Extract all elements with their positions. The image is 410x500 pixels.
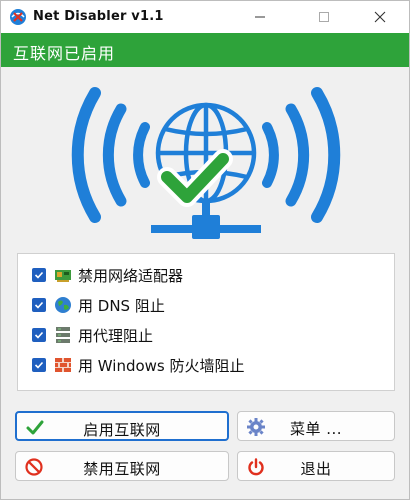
globe-icon <box>55 297 71 313</box>
option-firewall-block[interactable]: 用 Windows 防火墙阻止 <box>32 352 245 378</box>
checkbox-firewall-block[interactable] <box>32 358 46 372</box>
option-label: 禁用网络适配器 <box>78 266 184 285</box>
enable-internet-button[interactable]: 启用互联网 <box>15 411 229 441</box>
disable-internet-label: 禁用互联网 <box>83 460 161 478</box>
checkmark-icon <box>34 301 44 309</box>
title-bar[interactable]: Net Disabler v1.1 <box>1 1 409 33</box>
option-label: 用 DNS 阻止 <box>78 296 165 315</box>
app-window: Net Disabler v1.1 互联网已启用 禁用网络适配器 用 DNS 阻… <box>0 0 410 500</box>
status-banner: 互联网已启用 <box>1 33 409 67</box>
option-label: 用 Windows 防火墙阻止 <box>78 356 245 375</box>
network-globe-graphic <box>71 87 341 239</box>
option-disable-adapter[interactable]: 禁用网络适配器 <box>32 262 183 288</box>
menu-label: 菜单 ... <box>289 420 343 438</box>
minimize-icon <box>255 16 265 18</box>
window-title: Net Disabler v1.1 <box>33 9 164 24</box>
checkbox-proxy-block[interactable] <box>32 328 46 342</box>
checkbox-disable-adapter[interactable] <box>32 268 46 282</box>
maximize-icon <box>319 12 329 22</box>
option-proxy-block[interactable]: 用代理阻止 <box>32 322 153 348</box>
proxy-server-icon <box>56 327 70 343</box>
maximize-button[interactable] <box>301 1 347 33</box>
signal-waves-left-icon <box>71 87 150 223</box>
status-text: 互联网已启用 <box>13 44 116 63</box>
disable-internet-button[interactable]: 禁用互联网 <box>15 451 229 481</box>
minimize-button[interactable] <box>237 1 283 33</box>
checkmark-icon <box>34 331 44 339</box>
app-logo-icon <box>10 9 26 25</box>
check-mark-icon <box>157 149 233 207</box>
enable-internet-label: 启用互联网 <box>83 421 161 439</box>
network-adapter-icon <box>55 270 71 282</box>
checkmark-icon <box>34 271 44 279</box>
option-dns-block[interactable]: 用 DNS 阻止 <box>32 292 165 318</box>
blocking-options-group: 禁用网络适配器 用 DNS 阻止 用代理阻止 用 Windows 防火墙阻止 <box>17 253 395 391</box>
checkbox-dns-block[interactable] <box>32 298 46 312</box>
close-icon <box>374 11 386 23</box>
exit-label: 退出 <box>300 460 332 478</box>
signal-waves-right-icon <box>262 87 341 223</box>
firewall-icon <box>55 358 71 372</box>
exit-button[interactable]: 退出 <box>237 451 395 481</box>
network-node-icon <box>151 201 261 239</box>
close-button[interactable] <box>357 1 403 33</box>
menu-button[interactable]: 菜单 ... <box>237 411 395 441</box>
option-label: 用代理阻止 <box>78 326 154 345</box>
checkmark-icon <box>34 361 44 369</box>
